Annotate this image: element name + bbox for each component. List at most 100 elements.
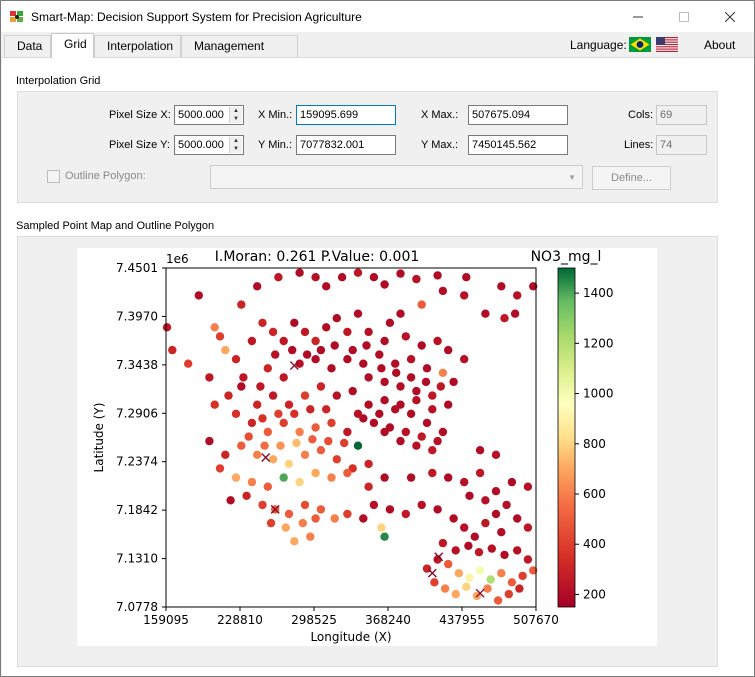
data-point	[295, 477, 304, 487]
tab-interpolation[interactable]: Interpolation	[94, 35, 181, 57]
data-point	[308, 435, 317, 444]
data-point	[406, 473, 416, 482]
data-point	[298, 518, 307, 528]
data-point	[330, 341, 339, 350]
data-point	[279, 373, 288, 382]
data-point	[322, 282, 331, 291]
data-point	[256, 382, 265, 391]
colorbar-tick-label: 200	[583, 587, 606, 601]
data-point	[396, 382, 405, 391]
x-tick-label: 159095	[143, 613, 189, 627]
y-tick-label: 7.3970	[116, 309, 158, 323]
data-point	[444, 345, 453, 355]
data-point	[306, 532, 315, 541]
pixel-size-y-spinbox[interactable]: 5000.000 ▲ ▼	[174, 135, 244, 155]
data-point	[292, 438, 301, 448]
app-logo-icon	[10, 11, 23, 22]
outline-polygon-checkbox[interactable]	[47, 170, 60, 183]
data-point	[444, 473, 453, 482]
sampled-map-title: Sampled Point Map and Outline Polygon	[16, 220, 215, 232]
x-max-field[interactable]: 507675.094	[468, 105, 568, 125]
data-point	[364, 459, 373, 469]
data-point	[491, 487, 501, 496]
data-point	[401, 332, 410, 341]
data-point	[481, 496, 490, 505]
data-point	[316, 446, 326, 455]
data-point	[311, 355, 320, 364]
about-link[interactable]: About	[704, 38, 735, 52]
data-point	[221, 450, 230, 459]
data-point	[364, 482, 373, 491]
tab-management-zones[interactable]: Management Zones	[181, 35, 298, 74]
outline-polygon-select[interactable]: ▼	[210, 165, 583, 189]
data-point	[462, 273, 471, 282]
data-point	[523, 482, 533, 491]
usa-flag-icon[interactable]	[656, 37, 678, 52]
data-point	[421, 377, 431, 387]
pixel-size-x-label: Pixel Size X:	[109, 109, 171, 121]
y-max-label: Y Max.:	[421, 139, 459, 151]
data-point	[396, 436, 405, 446]
data-point	[327, 418, 336, 428]
data-point	[500, 550, 509, 560]
data-point	[337, 273, 347, 282]
pixel-size-x-spinbox[interactable]: 5000.000 ▲ ▼	[174, 105, 244, 125]
data-point	[343, 468, 352, 478]
data-point	[244, 432, 253, 441]
maximize-icon	[679, 11, 689, 22]
data-point	[428, 405, 437, 414]
y-min-label: Y Min.:	[258, 139, 293, 151]
data-point	[460, 523, 469, 532]
data-point	[436, 382, 445, 391]
brazil-flag-icon[interactable]	[629, 37, 651, 52]
scatter-chart: I.Moran: 0.261 P.Value: 0.001 NO3_mg_l 1e6…	[92, 249, 614, 644]
data-point	[353, 268, 363, 277]
data-point	[271, 350, 280, 359]
y-min-field[interactable]: 7077832.001	[296, 135, 396, 155]
data-point	[497, 569, 506, 578]
pixel-size-y-label: Pixel Size Y:	[109, 139, 170, 151]
data-point	[306, 405, 315, 414]
data-point	[428, 446, 437, 455]
minimize-button[interactable]	[615, 1, 661, 32]
colorbar-tick-label: 600	[583, 487, 606, 501]
data-point	[226, 496, 235, 505]
data-point	[417, 300, 426, 309]
tab-data[interactable]: Data	[4, 35, 51, 57]
x-max-label: X Max.:	[421, 109, 459, 121]
close-button[interactable]	[707, 1, 753, 32]
maximize-button[interactable]	[661, 1, 707, 32]
cols-field: 69	[656, 105, 707, 125]
x-min-field[interactable]: 159095.699	[296, 105, 396, 125]
data-point	[396, 269, 405, 278]
data-point	[412, 386, 421, 396]
y-tick-label: 7.4501	[116, 261, 158, 275]
data-point	[460, 355, 469, 364]
data-point	[258, 318, 267, 327]
spin-arrows-icon[interactable]: ▲ ▼	[229, 107, 242, 123]
data-point	[247, 477, 257, 487]
data-point	[475, 566, 485, 575]
define-button[interactable]: Define...	[592, 166, 671, 190]
data-point	[417, 432, 426, 441]
data-point	[412, 396, 421, 405]
data-point	[210, 323, 219, 332]
data-point	[237, 441, 246, 450]
data-point	[311, 514, 320, 523]
spin-arrows-icon[interactable]: ▲ ▼	[229, 137, 242, 153]
tab-grid[interactable]: Grid	[51, 33, 94, 58]
data-point	[194, 291, 203, 300]
data-point	[412, 274, 421, 284]
data-point	[322, 405, 331, 414]
data-point	[422, 418, 432, 428]
data-point	[470, 532, 479, 541]
y-max-field[interactable]: 7450145.562	[468, 135, 568, 155]
data-point	[322, 323, 331, 332]
data-point	[237, 382, 246, 391]
data-point	[491, 509, 501, 519]
tab-bar: Data Grid Interpolation Management Zones…	[1, 32, 754, 74]
data-point	[474, 548, 484, 557]
data-point	[433, 271, 442, 280]
data-point	[483, 584, 492, 593]
data-point	[451, 589, 460, 599]
